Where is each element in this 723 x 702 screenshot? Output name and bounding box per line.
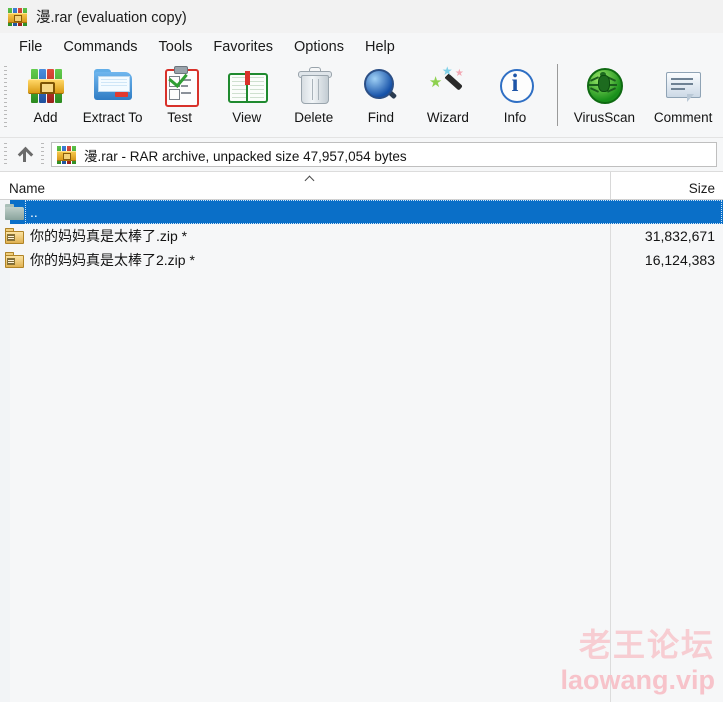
- menu-item-help[interactable]: Help: [355, 37, 406, 57]
- menu-bar: File Commands Tools Favorites Options He…: [0, 33, 723, 60]
- menu-item-file[interactable]: File: [9, 37, 53, 57]
- watermark-chinese: 老王论坛: [578, 627, 715, 663]
- table-row[interactable]: 你的妈妈真是太棒了.zip * 31,832,671: [0, 224, 723, 248]
- path-bar: 漫.rar - RAR archive, unpacked size 47,95…: [0, 138, 723, 172]
- menu-item-tools[interactable]: Tools: [149, 37, 204, 57]
- toolbar-button-add-label: Add: [33, 110, 58, 125]
- toolbar-button-delete-label: Delete: [294, 110, 334, 125]
- file-name: 你的妈妈真是太棒了2.zip *: [30, 252, 195, 268]
- menu-item-options[interactable]: Options: [284, 37, 355, 57]
- toolbar-button-extract-to[interactable]: Extract To: [79, 60, 146, 137]
- info-circle-icon: i: [493, 65, 537, 107]
- zip-archive-icon: [5, 228, 24, 244]
- file-name: ..: [30, 204, 38, 220]
- winrar-window: 漫.rar (evaluation copy) File Commands To…: [0, 0, 723, 702]
- list-column-header: Name Size: [0, 172, 723, 200]
- extract-folder-icon: [91, 65, 135, 107]
- toolbar-button-virusscan-label: VirusScan: [573, 110, 635, 125]
- toolbar-button-test[interactable]: Test: [146, 60, 213, 137]
- up-one-level-button[interactable]: [7, 141, 41, 168]
- test-clipboard-icon: [158, 65, 202, 107]
- list-column-divider: [610, 200, 611, 702]
- view-book-icon: [225, 65, 269, 107]
- toolbar-button-comment[interactable]: Comment: [643, 60, 723, 137]
- toolbar-button-comment-label: Comment: [653, 110, 713, 125]
- winrar-books-icon-small: [57, 145, 76, 164]
- title-bar: 漫.rar (evaluation copy): [0, 0, 723, 33]
- toolbar-button-wizard-label: Wizard: [426, 110, 469, 125]
- winrar-books-icon: [8, 7, 27, 26]
- toolbar-button-find-label: Find: [367, 110, 394, 125]
- path-bar-grip-2[interactable]: [41, 143, 44, 166]
- file-name: 你的妈妈真是太棒了.zip *: [30, 228, 188, 244]
- list-left-rail: [0, 200, 10, 702]
- archive-path-text: 漫.rar - RAR archive, unpacked size 47,95…: [84, 148, 407, 164]
- toolbar: Add Extract To Test View Delete Find Wiz…: [0, 60, 723, 138]
- menu-item-favorites[interactable]: Favorites: [203, 37, 284, 57]
- file-size: 16,124,383: [644, 252, 715, 268]
- toolbar-button-virusscan[interactable]: VirusScan: [565, 60, 643, 137]
- up-arrow-icon: [18, 147, 31, 162]
- sort-ascending-chevron-icon: [305, 175, 315, 181]
- virusscan-bug-icon: [582, 65, 626, 107]
- toolbar-button-wizard[interactable]: Wizard: [414, 60, 481, 137]
- comment-bubble-icon: [661, 65, 705, 107]
- table-row[interactable]: 你的妈妈真是太棒了2.zip * 16,124,383: [0, 248, 723, 272]
- toolbar-button-info[interactable]: i Info: [481, 60, 548, 137]
- toolbar-button-view-label: View: [232, 110, 262, 125]
- column-header-name[interactable]: Name: [0, 181, 45, 199]
- archive-path-field[interactable]: 漫.rar - RAR archive, unpacked size 47,95…: [51, 142, 717, 167]
- parent-folder-icon: [5, 204, 24, 220]
- zip-archive-icon: [5, 252, 24, 268]
- toolbar-grip[interactable]: [4, 66, 7, 128]
- watermark-latin: laowang.vip: [560, 665, 715, 695]
- file-size: 31,832,671: [644, 228, 715, 244]
- find-magnifier-icon: [359, 65, 403, 107]
- window-title: 漫.rar (evaluation copy): [36, 10, 187, 26]
- row-focus-outline: [25, 200, 722, 224]
- table-row[interactable]: ..: [0, 200, 723, 224]
- toolbar-button-delete[interactable]: Delete: [280, 60, 347, 137]
- site-watermark: 老王论坛 laowang.vip: [560, 626, 715, 696]
- toolbar-button-find[interactable]: Find: [347, 60, 414, 137]
- menu-item-commands[interactable]: Commands: [53, 37, 148, 57]
- toolbar-button-info-label: Info: [503, 110, 527, 125]
- column-header-size[interactable]: Size: [611, 172, 723, 199]
- wizard-wand-icon: [426, 65, 470, 107]
- toolbar-separator: [556, 64, 558, 126]
- file-list[interactable]: .. 你的妈妈真是太棒了.zip * 31,832,671 你的妈妈真是太棒了2…: [0, 200, 723, 702]
- toolbar-button-extract-to-label: Extract To: [82, 110, 143, 125]
- toolbar-button-add[interactable]: Add: [12, 60, 79, 137]
- add-archive-icon: [24, 65, 68, 107]
- toolbar-button-view[interactable]: View: [213, 60, 280, 137]
- toolbar-button-test-label: Test: [167, 110, 193, 125]
- delete-trash-icon: [292, 65, 336, 107]
